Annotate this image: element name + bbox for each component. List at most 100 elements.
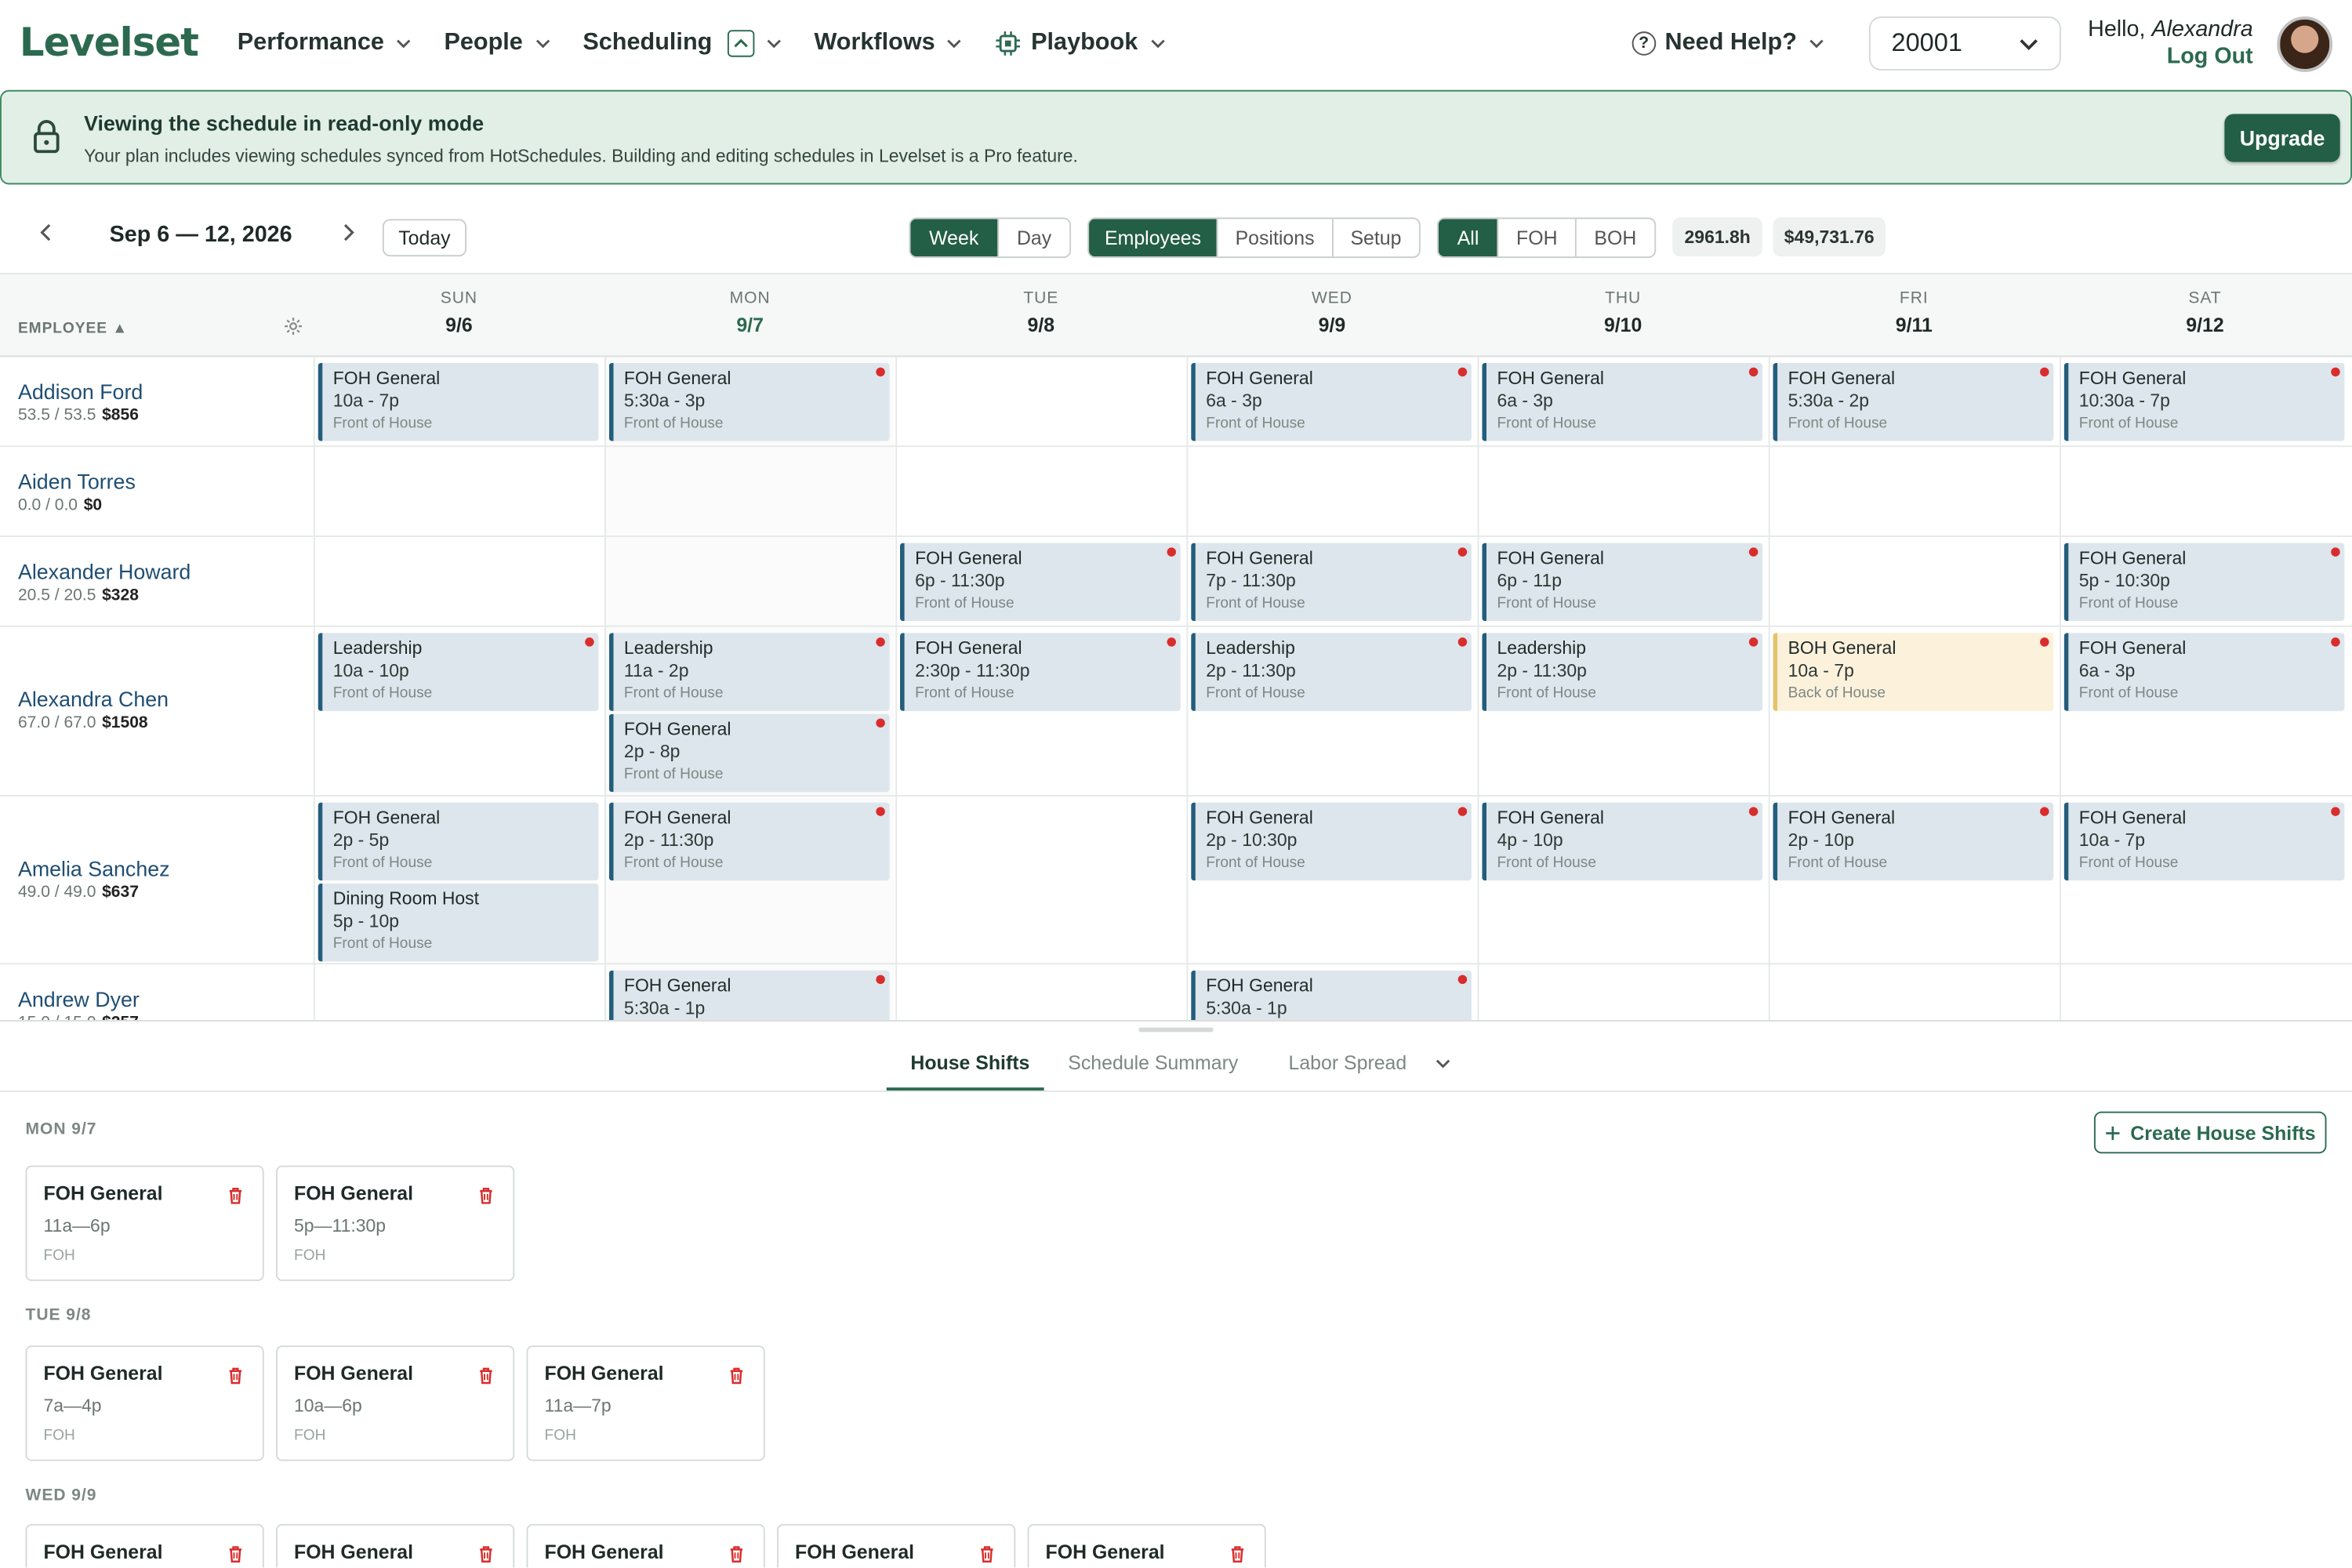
- day-header[interactable]: TUE 9/8: [895, 289, 1186, 336]
- tab-house-shifts[interactable]: House Shifts: [910, 1051, 1029, 1074]
- house-shift-card[interactable]: FOH General: [1027, 1523, 1266, 1568]
- house-shift-card[interactable]: FOH General 10a—6p FOH: [276, 1345, 515, 1461]
- trash-icon[interactable]: [228, 1545, 243, 1563]
- tab-schedule-summary[interactable]: Schedule Summary: [1068, 1051, 1238, 1074]
- shift-block[interactable]: FOH General 2p - 8p Front of House: [608, 713, 890, 793]
- shift-block[interactable]: Leadership 2p - 11:30p Front of House: [1191, 633, 1472, 711]
- employee-name[interactable]: Andrew Dyer: [18, 987, 140, 1011]
- day-name: FRI: [1899, 289, 1929, 308]
- shift-block[interactable]: FOH General 5p - 10:30p Front of House: [2063, 543, 2345, 622]
- view-day-button[interactable]: Day: [997, 219, 1069, 257]
- shift-block[interactable]: FOH General 10a - 7p Front of House: [2063, 802, 2345, 881]
- nav-playbook[interactable]: Playbook: [995, 30, 1164, 56]
- shift-block[interactable]: FOH General 6a - 3p Front of House: [1191, 363, 1472, 441]
- shift-time: 7p - 11:30p: [1206, 570, 1296, 591]
- shift-block[interactable]: FOH General 2p - 10p Front of House: [1773, 802, 2054, 881]
- alert-dot-icon: [2331, 637, 2340, 647]
- shift-block[interactable]: FOH General 2p - 11:30p Front of House: [608, 802, 890, 881]
- shift-block[interactable]: FOH General 6a - 3p Front of House: [1482, 363, 1763, 441]
- shift-block[interactable]: FOH General 2p - 5p Front of House: [318, 802, 599, 881]
- tab-labor-spread[interactable]: Labor Spread: [1288, 1051, 1406, 1074]
- trash-icon[interactable]: [228, 1186, 243, 1204]
- nav-people[interactable]: People: [444, 30, 550, 56]
- day-header[interactable]: WED 9/9: [1186, 289, 1477, 336]
- shift-block[interactable]: FOH General 4p - 10p Front of House: [1482, 802, 1763, 881]
- nav-performance[interactable]: Performance: [238, 30, 412, 56]
- shift-block[interactable]: FOH General 6p - 11p Front of House: [1482, 543, 1763, 622]
- nav-scheduling[interactable]: Scheduling: [583, 30, 781, 57]
- create-house-shifts-button[interactable]: Create House Shifts: [2093, 1111, 2327, 1154]
- shift-block[interactable]: BOH General 10a - 7p Back of House: [1773, 633, 2054, 711]
- shift-time: 6p - 11p: [1497, 570, 1563, 591]
- store-selector[interactable]: 20001: [1868, 16, 2061, 71]
- employee-name[interactable]: Addison Ford: [18, 379, 143, 404]
- trash-icon[interactable]: [478, 1186, 493, 1204]
- shift-block[interactable]: FOH General 7p - 11:30p Front of House: [1191, 543, 1472, 622]
- shift-block[interactable]: Leadership 11a - 2p Front of House: [608, 633, 890, 711]
- house-shift-card[interactable]: FOH General: [777, 1523, 1016, 1568]
- group-setup-button[interactable]: Setup: [1331, 219, 1419, 257]
- house-shift-card[interactable]: FOH General 5p—11:30p FOH: [276, 1165, 515, 1281]
- group-employees-button[interactable]: Employees: [1089, 219, 1218, 257]
- employee-row: Andrew Dyer 15.0 / 15.0 $257: [0, 964, 2352, 1020]
- house-shift-card[interactable]: FOH General: [276, 1523, 515, 1568]
- logout-link[interactable]: Log Out: [2088, 43, 2253, 70]
- upgrade-button[interactable]: Upgrade: [2224, 114, 2340, 162]
- previous-week-icon[interactable]: [39, 222, 54, 243]
- trash-icon[interactable]: [1230, 1545, 1245, 1563]
- gear-icon[interactable]: [284, 317, 303, 336]
- shift-block[interactable]: FOH General 10:30a - 7p Front of House: [2063, 363, 2345, 441]
- day-header[interactable]: SUN 9/6: [314, 289, 604, 336]
- next-week-icon[interactable]: [340, 222, 355, 243]
- shift-block[interactable]: FOH General5:30a - 1pFront of House: [1191, 970, 1472, 1021]
- day-header[interactable]: THU 9/10: [1478, 289, 1769, 336]
- chevron-down-icon: [767, 39, 781, 49]
- nav-workflows[interactable]: Workflows: [814, 30, 962, 56]
- shift-block[interactable]: Dining Room Host 5p - 10p Front of House: [318, 883, 599, 962]
- day-header[interactable]: FRI 9/11: [1769, 289, 2060, 336]
- shift-block[interactable]: FOH General 2p - 10:30p Front of House: [1191, 802, 1472, 881]
- shift-block[interactable]: Leadership 10a - 10p Front of House: [318, 633, 599, 711]
- trash-icon[interactable]: [979, 1545, 994, 1563]
- shift-block[interactable]: FOH General 10a - 7p Front of House: [318, 363, 599, 441]
- house-shift-card[interactable]: FOH General: [526, 1523, 765, 1568]
- trash-icon[interactable]: [478, 1367, 493, 1385]
- day-date: 9/8: [1027, 313, 1055, 336]
- house-shift-card[interactable]: FOH General: [25, 1523, 264, 1568]
- chevron-down-icon: [397, 39, 411, 49]
- shift-block[interactable]: FOH General 5:30a - 2p Front of House: [1773, 363, 2054, 441]
- employee-name[interactable]: Aiden Torres: [18, 470, 136, 494]
- shift-block[interactable]: FOH General 6p - 11:30p Front of House: [899, 543, 1181, 622]
- house-shift-card[interactable]: FOH General 7a—4p FOH: [25, 1345, 264, 1461]
- shift-time: 2p - 11:30p: [623, 829, 714, 851]
- shift-block[interactable]: FOH General5:30a - 1pFront of House: [608, 970, 890, 1021]
- house-shift-card[interactable]: FOH General 11a—6p FOH: [25, 1165, 264, 1281]
- shift-block[interactable]: FOH General 6a - 3p Front of House: [2063, 633, 2345, 711]
- filter-boh-button[interactable]: BOH: [1574, 219, 1654, 257]
- day-header[interactable]: SAT 9/12: [2060, 289, 2350, 336]
- house-shift-card[interactable]: FOH General 11a—7p FOH: [526, 1345, 765, 1461]
- employee-name[interactable]: Alexander Howard: [18, 560, 191, 584]
- day-header[interactable]: MON 9/7: [604, 289, 895, 336]
- shift-block[interactable]: FOH General 5:30a - 3p Front of House: [608, 363, 890, 441]
- filter-all-button[interactable]: All: [1438, 219, 1498, 257]
- trash-icon[interactable]: [729, 1545, 744, 1563]
- chevron-down-icon[interactable]: [1436, 1056, 1450, 1071]
- house-shift-day-label: MON 9/7: [25, 1120, 97, 1139]
- employee-name[interactable]: Amelia Sanchez: [18, 856, 170, 880]
- trash-icon[interactable]: [729, 1367, 744, 1385]
- levelset-logo[interactable]: Levelset: [20, 21, 199, 66]
- resize-handle[interactable]: [1138, 1027, 1214, 1033]
- shift-block[interactable]: Leadership 2p - 11:30p Front of House: [1482, 633, 1763, 711]
- shift-block[interactable]: FOH General 2:30p - 11:30p Front of House: [899, 633, 1181, 711]
- need-help-menu[interactable]: ? Need Help?: [1632, 30, 1824, 56]
- trash-icon[interactable]: [478, 1545, 493, 1563]
- employee-name[interactable]: Alexandra Chen: [18, 687, 169, 711]
- today-button[interactable]: Today: [382, 219, 467, 257]
- employee-column-header[interactable]: EMPLOYEE ▲: [18, 321, 128, 337]
- avatar[interactable]: [2277, 16, 2333, 71]
- view-week-button[interactable]: Week: [910, 219, 998, 257]
- filter-foh-button[interactable]: FOH: [1497, 219, 1574, 257]
- trash-icon[interactable]: [228, 1367, 243, 1385]
- group-positions-button[interactable]: Positions: [1217, 219, 1331, 257]
